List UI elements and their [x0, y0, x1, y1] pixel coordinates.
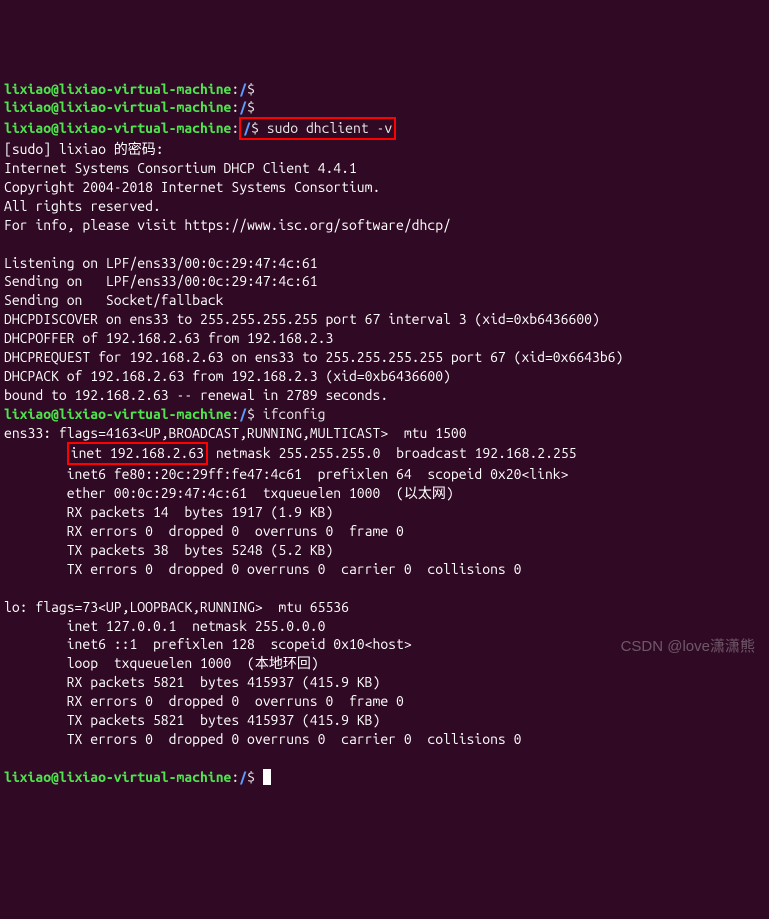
output-line: For info, please visit https://www.isc.o… — [4, 217, 451, 233]
output-line: ens33: flags=4163<UP,BROADCAST,RUNNING,M… — [4, 425, 467, 441]
output-line: RX packets 14 bytes 1917 (1.9 KB) — [4, 504, 333, 520]
output-line: bound to 192.168.2.63 -- renewal in 2789… — [4, 387, 388, 403]
output-line: DHCPDISCOVER on ens33 to 255.255.255.255… — [4, 311, 600, 327]
output-line: loop txqueuelen 1000 (本地环回) — [4, 655, 319, 671]
output-line: RX packets 5821 bytes 415937 (415.9 KB) — [4, 674, 380, 690]
command-text: ifconfig — [263, 406, 326, 422]
highlight-ip-box: inet 192.168.2.63 — [67, 442, 208, 465]
output-line: ether 00:0c:29:47:4c:61 txqueuelen 1000 … — [4, 485, 454, 501]
output-line: RX errors 0 dropped 0 overruns 0 frame 0 — [4, 693, 404, 709]
prompt-user-host: lixiao@lixiao-virtual-machine — [4, 99, 231, 115]
prompt-path: / — [239, 81, 247, 97]
prompt-path: / — [239, 769, 247, 785]
output-line: TX errors 0 dropped 0 overruns 0 carrier… — [4, 731, 521, 747]
output-line: inet6 ::1 prefixlen 128 scopeid 0x10<hos… — [4, 636, 412, 652]
output-line: TX packets 38 bytes 5248 (5.2 KB) — [4, 542, 333, 558]
output-line: Sending on Socket/fallback — [4, 292, 224, 308]
highlight-command-box: /$ sudo dhclient -v — [239, 117, 396, 140]
prompt-path: / — [239, 99, 247, 115]
output-line: [sudo] lixiao 的密码: — [4, 141, 164, 157]
terminal-output: lixiao@lixiao-virtual-machine:/$ lixiao@… — [4, 80, 765, 787]
output-line: Sending on LPF/ens33/00:0c:29:47:4c:61 — [4, 273, 318, 289]
output-line: TX packets 5821 bytes 415937 (415.9 KB) — [4, 712, 380, 728]
output-line: netmask 255.255.255.0 broadcast 192.168.… — [208, 445, 576, 461]
output-line: DHCPOFFER of 192.168.2.63 from 192.168.2… — [4, 330, 333, 346]
output-line: DHCPREQUEST for 192.168.2.63 on ens33 to… — [4, 349, 623, 365]
output-line: inet6 fe80::20c:29ff:fe47:4c61 prefixlen… — [4, 466, 568, 482]
output-line: RX errors 0 dropped 0 overruns 0 frame 0 — [4, 523, 404, 539]
cursor-icon[interactable] — [263, 769, 271, 785]
output-line: DHCPACK of 192.168.2.63 from 192.168.2.3… — [4, 368, 451, 384]
output-line: Listening on LPF/ens33/00:0c:29:47:4c:61 — [4, 255, 318, 271]
output-line: Copyright 2004-2018 Internet Systems Con… — [4, 179, 380, 195]
output-line: inet 127.0.0.1 netmask 255.0.0.0 — [4, 618, 325, 634]
output-line: All rights reserved. — [4, 198, 161, 214]
prompt-user-host: lixiao@lixiao-virtual-machine — [4, 406, 231, 422]
prompt-user-host: lixiao@lixiao-virtual-machine — [4, 120, 231, 136]
prompt-user-host: lixiao@lixiao-virtual-machine — [4, 769, 231, 785]
prompt-user-host: lixiao@lixiao-virtual-machine — [4, 81, 231, 97]
output-line: lo: flags=73<UP,LOOPBACK,RUNNING> mtu 65… — [4, 599, 349, 615]
output-line: TX errors 0 dropped 0 overruns 0 carrier… — [4, 561, 521, 577]
prompt-path: / — [239, 406, 247, 422]
command-text: sudo dhclient -v — [267, 120, 392, 136]
output-line: Internet Systems Consortium DHCP Client … — [4, 160, 357, 176]
